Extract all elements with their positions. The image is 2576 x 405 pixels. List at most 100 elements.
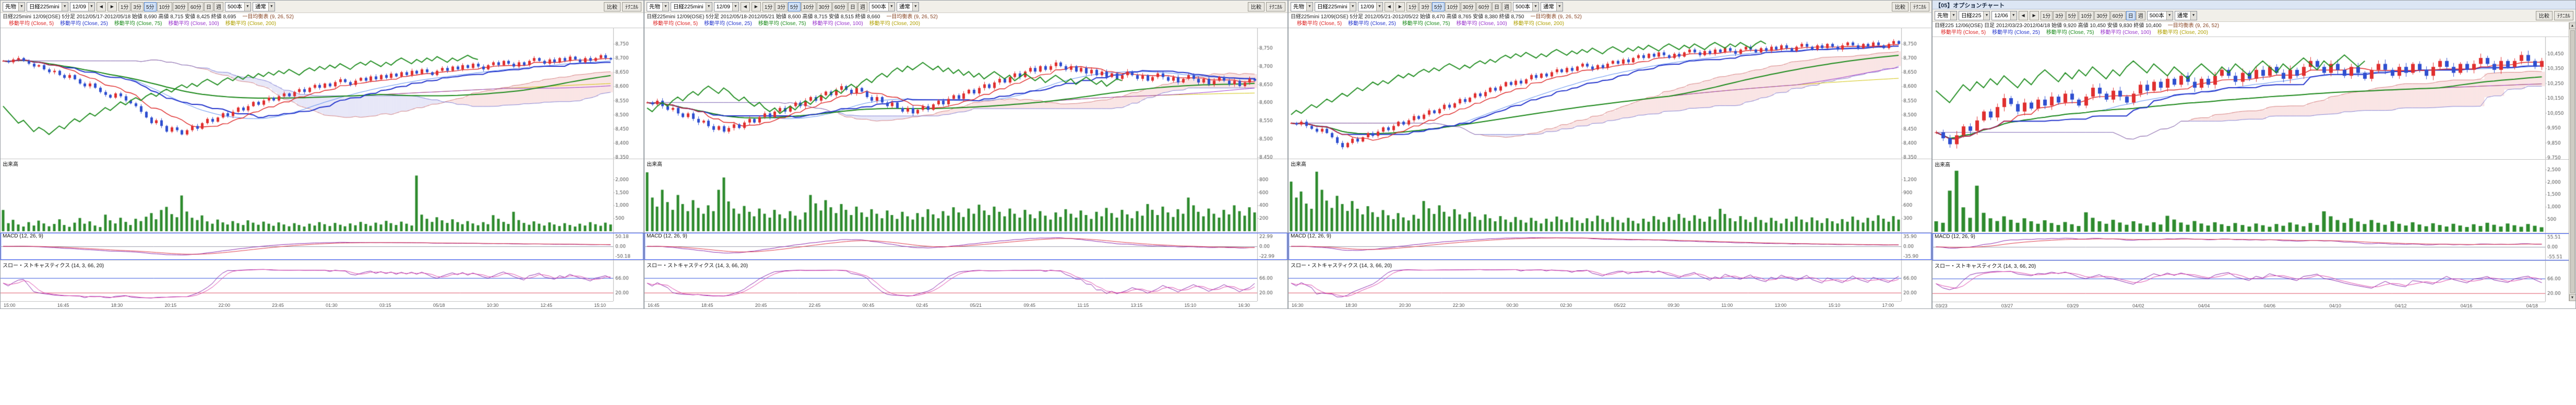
compare-button[interactable]: 比較 bbox=[2536, 11, 2553, 20]
symbol-select[interactable]: 日経225mini▼ bbox=[1315, 2, 1356, 11]
prev-button[interactable]: ◀ bbox=[1385, 2, 1394, 11]
period-button[interactable]: 10分 bbox=[801, 2, 816, 11]
period-button[interactable]: 30分 bbox=[817, 2, 832, 11]
period-button[interactable]: 10分 bbox=[157, 2, 172, 11]
scroll-up-icon[interactable]: ▲ bbox=[2569, 22, 2576, 29]
volume-chart-canvas[interactable] bbox=[1289, 159, 1931, 232]
volume-chart-canvas[interactable] bbox=[645, 159, 1287, 232]
price-chart-canvas[interactable] bbox=[1289, 28, 1931, 159]
period-button[interactable]: 30分 bbox=[2094, 11, 2109, 20]
period-button[interactable]: 日 bbox=[1492, 2, 1501, 11]
period-button[interactable]: 30分 bbox=[173, 2, 188, 11]
scale-select[interactable]: 通常▼ bbox=[897, 2, 919, 11]
next-button[interactable]: ▶ bbox=[752, 2, 761, 11]
period-button[interactable]: 3分 bbox=[1419, 2, 1432, 11]
scroll-thumb[interactable] bbox=[2570, 30, 2575, 293]
category-select[interactable]: 先物▼ bbox=[647, 2, 669, 11]
period-button[interactable]: 週 bbox=[858, 2, 867, 11]
symbol-select[interactable]: 日経225mini▼ bbox=[671, 2, 712, 11]
prev-button[interactable]: ◀ bbox=[97, 2, 106, 11]
period-button[interactable]: 1分 bbox=[1406, 2, 1419, 11]
period-button[interactable]: 週 bbox=[214, 2, 223, 11]
scale-select[interactable]: 通常▼ bbox=[1541, 2, 1563, 11]
macd-chart-canvas[interactable] bbox=[645, 233, 1287, 260]
macd-chart-canvas[interactable] bbox=[1933, 233, 2575, 260]
period-button[interactable]: 10分 bbox=[2079, 11, 2094, 20]
contract-select[interactable]: 12/09▼ bbox=[1358, 2, 1383, 11]
volume-pane-label: 出来高 bbox=[1291, 160, 1306, 168]
prev-button[interactable]: ◀ bbox=[741, 2, 750, 11]
scale-select[interactable]: 通常▼ bbox=[2175, 11, 2197, 20]
compare-button[interactable]: 比較 bbox=[1248, 2, 1265, 11]
chart-window: 先物▼ 日経225mini▼ 12/09▼ ◀ ▶ 1分3分5分10分30分60… bbox=[644, 0, 1288, 309]
symbol-select[interactable]: 日経225▼ bbox=[1959, 11, 1990, 20]
ma-legend-item: 移動平均 (Close, 100) bbox=[169, 21, 219, 27]
compare-button[interactable]: 比較 bbox=[1892, 2, 1909, 11]
next-button[interactable]: ▶ bbox=[2030, 11, 2039, 20]
bar-count-select[interactable]: 500本▼ bbox=[869, 2, 895, 11]
period-button[interactable]: 30分 bbox=[1461, 2, 1476, 11]
scroll-down-icon[interactable]: ▼ bbox=[2569, 294, 2576, 301]
technical-button[interactable]: ﾃｸﾆｶﾙ bbox=[1910, 2, 1929, 11]
period-buttons: 1分3分5分10分30分60分日週 bbox=[118, 2, 223, 11]
period-button[interactable]: 1分 bbox=[2041, 11, 2053, 20]
stoch-pane-label: スロー・ストキャスティクス (14, 3, 66, 20) bbox=[1291, 261, 1392, 269]
volume-chart-canvas[interactable] bbox=[1, 159, 643, 232]
period-button[interactable]: 日 bbox=[204, 2, 213, 11]
next-button[interactable]: ▶ bbox=[108, 2, 117, 11]
category-select[interactable]: 先物▼ bbox=[1935, 11, 1957, 20]
price-chart-canvas[interactable] bbox=[1933, 37, 2575, 159]
contract-select[interactable]: 12/09▼ bbox=[70, 2, 95, 11]
symbol-info: 日経225mini 12/09(OSE) 5分足 2012/05/21-2012… bbox=[1291, 14, 1524, 20]
chart-legend: 日経225mini 12/09(OSE) 5分足 2012/05/18-2012… bbox=[645, 13, 1287, 28]
x-axis-label: 20:45 bbox=[755, 303, 767, 308]
x-axis-label: 04/18 bbox=[2526, 303, 2538, 308]
scale-select[interactable]: 通常▼ bbox=[253, 2, 275, 11]
period-button[interactable]: 日 bbox=[2126, 11, 2136, 20]
period-button[interactable]: 3分 bbox=[775, 2, 788, 11]
ma-legend-item: 移動平均 (Close, 75) bbox=[1402, 21, 1450, 27]
price-chart-canvas[interactable] bbox=[1, 28, 643, 159]
period-button[interactable]: 60分 bbox=[1476, 2, 1492, 11]
x-axis-label: 22:00 bbox=[218, 303, 230, 308]
prev-button[interactable]: ◀ bbox=[2019, 11, 2028, 20]
x-axis-label: 18:45 bbox=[701, 303, 713, 308]
bar-count-select[interactable]: 500本▼ bbox=[1513, 2, 1539, 11]
technical-button[interactable]: ﾃｸﾆｶﾙ bbox=[2554, 11, 2573, 20]
chevron-down-icon: ▼ bbox=[888, 3, 895, 11]
category-select[interactable]: 先物▼ bbox=[3, 2, 25, 11]
chart-window: 先物▼ 日経225mini▼ 12/09▼ ◀ ▶ 1分3分5分10分30分60… bbox=[0, 0, 644, 309]
period-button[interactable]: 日 bbox=[848, 2, 857, 11]
period-button[interactable]: 5分 bbox=[788, 2, 801, 11]
macd-chart-canvas[interactable] bbox=[1289, 233, 1931, 260]
period-button[interactable]: 週 bbox=[1502, 2, 1511, 11]
period-button[interactable]: 60分 bbox=[832, 2, 848, 11]
bar-count-select[interactable]: 500本▼ bbox=[2147, 11, 2173, 20]
price-chart-canvas[interactable] bbox=[645, 28, 1287, 159]
contract-select[interactable]: 12/09▼ bbox=[714, 2, 739, 11]
period-button[interactable]: 週 bbox=[2136, 11, 2145, 20]
period-button[interactable]: 60分 bbox=[2110, 11, 2126, 20]
period-button[interactable]: 5分 bbox=[144, 2, 157, 11]
period-button[interactable]: 3分 bbox=[2053, 11, 2066, 20]
symbol-select[interactable]: 日経225mini▼ bbox=[27, 2, 68, 11]
next-button[interactable]: ▶ bbox=[1396, 2, 1405, 11]
x-axis-label: 13:00 bbox=[1775, 303, 1787, 308]
period-button[interactable]: 60分 bbox=[188, 2, 204, 11]
vertical-scrollbar[interactable]: ▲ ▼ bbox=[2569, 22, 2575, 301]
contract-select[interactable]: 12/06▼ bbox=[1991, 11, 2017, 20]
period-button[interactable]: 5分 bbox=[2066, 11, 2079, 20]
period-button[interactable]: 1分 bbox=[762, 2, 775, 11]
technical-button[interactable]: ﾃｸﾆｶﾙ bbox=[1266, 2, 1285, 11]
period-button[interactable]: 1分 bbox=[118, 2, 131, 11]
volume-chart-canvas[interactable] bbox=[1933, 160, 2575, 233]
period-button[interactable]: 3分 bbox=[131, 2, 144, 11]
technical-button[interactable]: ﾃｸﾆｶﾙ bbox=[622, 2, 641, 11]
period-button[interactable]: 10分 bbox=[1445, 2, 1460, 11]
compare-button[interactable]: 比較 bbox=[604, 2, 621, 11]
bar-count-select[interactable]: 500本▼ bbox=[225, 2, 251, 11]
chevron-down-icon: ▼ bbox=[1983, 11, 1989, 20]
category-select[interactable]: 先物▼ bbox=[1291, 2, 1313, 11]
period-button[interactable]: 5分 bbox=[1432, 2, 1445, 11]
macd-chart-canvas[interactable] bbox=[1, 233, 643, 260]
